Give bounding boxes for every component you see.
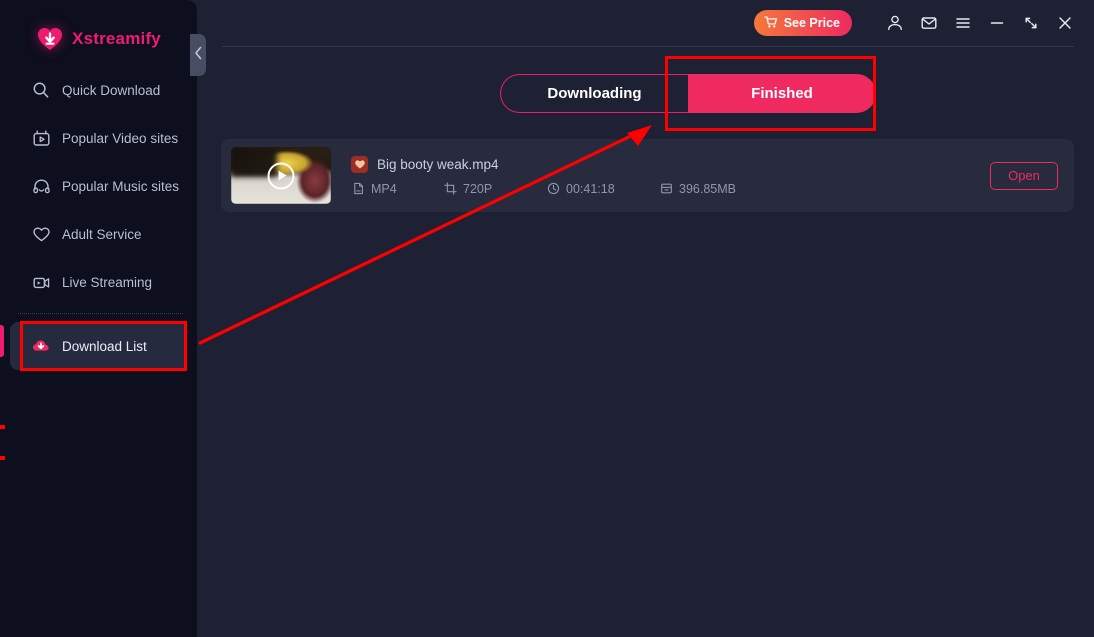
download-item-title-row: Big booty weak.mp4 <box>351 155 990 173</box>
window-header: See Price <box>197 0 1094 46</box>
open-button[interactable]: Open <box>990 161 1058 190</box>
annotation-edge-mark-bottom <box>0 456 5 460</box>
clock-icon <box>546 182 560 196</box>
see-price-label: See Price <box>783 16 840 30</box>
maximize-icon[interactable] <box>1014 6 1048 40</box>
meta-format-value: MP4 <box>371 181 397 196</box>
brand-name: Xstreamify <box>72 29 161 48</box>
headphones-icon <box>31 176 51 196</box>
app-logo: Xstreamify <box>0 16 197 62</box>
meta-resolution: 720P <box>443 182 546 196</box>
video-box-icon <box>31 128 51 148</box>
cart-icon <box>763 15 778 32</box>
sidebar-item-label: Quick Download <box>62 82 161 98</box>
crop-icon <box>443 182 457 196</box>
heart-icon <box>31 224 51 244</box>
chevron-left-icon <box>194 46 203 65</box>
menu-icon[interactable] <box>946 6 980 40</box>
sidebar-item-popular-music-sites[interactable]: Popular Music sites <box>10 162 187 210</box>
archive-icon <box>659 182 673 196</box>
video-thumbnail[interactable] <box>231 147 331 204</box>
file-icon <box>351 182 365 196</box>
sidebar-item-label: Popular Video sites <box>62 130 179 146</box>
tab-finished[interactable]: Finished <box>688 74 876 113</box>
sidebar-collapse-button[interactable] <box>190 34 206 76</box>
cloud-download-icon <box>31 336 51 356</box>
meta-size: 396.85MB <box>659 182 736 196</box>
tab-downloading[interactable]: Downloading <box>500 74 688 113</box>
mail-icon[interactable] <box>912 6 946 40</box>
sidebar-item-live-streaming[interactable]: Live Streaming <box>10 258 187 306</box>
sidebar-divider <box>18 313 183 314</box>
sidebar: Xstreamify Quick Download Popular Video … <box>0 0 197 637</box>
heart-download-icon <box>36 25 64 53</box>
sidebar-item-popular-video-sites[interactable]: Popular Video sites <box>10 114 187 162</box>
download-item-title: Big booty weak.mp4 <box>377 156 499 172</box>
meta-duration-value: 00:41:18 <box>566 181 615 196</box>
download-item-info: Big booty weak.mp4 MP4 720P 00:41:18 396… <box>351 155 990 196</box>
account-icon[interactable] <box>878 6 912 40</box>
meta-size-value: 396.85MB <box>679 181 736 196</box>
download-item-row[interactable]: Big booty weak.mp4 MP4 720P 00:41:18 396… <box>221 139 1074 212</box>
download-tabs: Downloading Finished <box>500 74 876 113</box>
search-icon <box>31 80 51 100</box>
play-triangle <box>278 170 286 181</box>
sidebar-item-download-list[interactable]: Download List <box>10 322 187 370</box>
meta-duration: 00:41:18 <box>546 182 659 196</box>
download-item-meta: MP4 720P 00:41:18 396.85MB <box>351 182 990 196</box>
minimize-icon[interactable] <box>980 6 1014 40</box>
sidebar-nav: Quick Download Popular Video sites Popul… <box>0 66 197 370</box>
sidebar-item-label: Adult Service <box>62 226 142 242</box>
sidebar-item-label: Popular Music sites <box>62 178 180 194</box>
see-price-button[interactable]: See Price <box>753 10 852 36</box>
site-heart-icon <box>351 155 368 173</box>
meta-resolution-value: 720P <box>463 181 493 196</box>
play-circle-icon[interactable] <box>267 162 295 189</box>
active-indicator <box>0 325 4 357</box>
app-window: Xstreamify Quick Download Popular Video … <box>0 0 1094 637</box>
live-camera-icon <box>31 272 51 292</box>
sidebar-item-quick-download[interactable]: Quick Download <box>10 66 187 114</box>
close-icon[interactable] <box>1048 6 1082 40</box>
sidebar-item-label: Download List <box>62 338 147 354</box>
sidebar-item-adult-service[interactable]: Adult Service <box>10 210 187 258</box>
header-divider <box>222 46 1074 47</box>
annotation-edge-mark-top <box>0 425 5 429</box>
meta-format: MP4 <box>351 182 443 196</box>
sidebar-item-label: Live Streaming <box>62 274 153 290</box>
